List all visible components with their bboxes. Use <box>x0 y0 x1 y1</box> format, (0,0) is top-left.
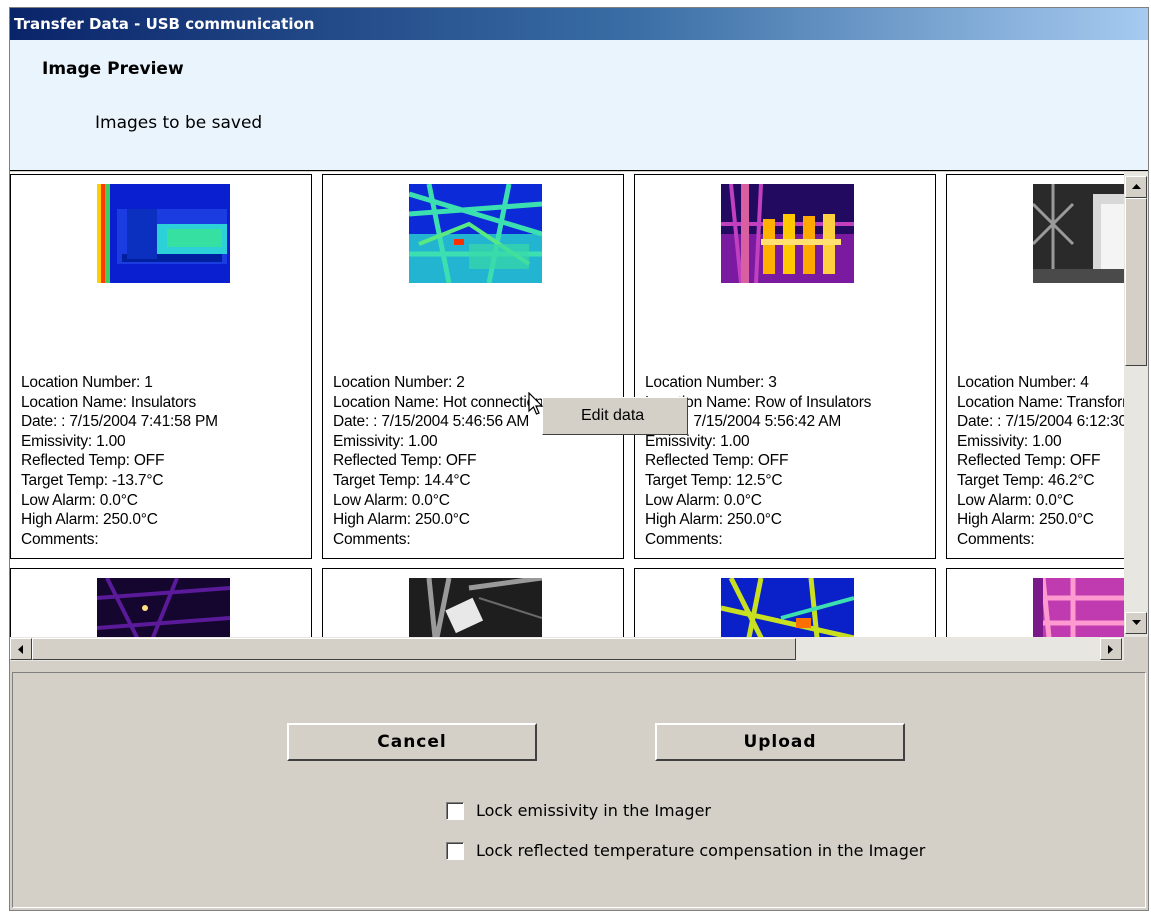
emissivity: Emissivity: 1.00 <box>21 432 126 450</box>
scroll-up-button[interactable] <box>1125 176 1147 198</box>
location-name: Location Name: Transformer <box>957 393 1124 411</box>
vertical-scroll-thumb[interactable] <box>1125 198 1147 366</box>
thermal-thumbnail-3[interactable] <box>721 184 854 283</box>
image-card-3[interactable]: Location Number: 3 Location Name: Row of… <box>634 174 936 559</box>
comments: Comments: <box>957 530 1035 548</box>
thermal-thumbnail-6[interactable] <box>409 578 542 637</box>
low-alarm: Low Alarm: 0.0°C <box>645 491 762 509</box>
capture-date: Date: : 7/15/2004 6:12:30 AM <box>957 413 1124 431</box>
scrollbar-corner <box>1124 637 1148 661</box>
lock-reflected-option[interactable]: Lock reflected temperature compensation … <box>446 841 925 860</box>
context-menu: Edit data <box>542 397 688 435</box>
thermal-thumbnail-7[interactable] <box>721 578 854 637</box>
header-title: Image Preview <box>42 59 184 79</box>
image-preview-header: Image Preview Images to be saved <box>10 40 1148 171</box>
target-temp: Target Temp: 14.4°C <box>333 471 471 489</box>
high-alarm: High Alarm: 250.0°C <box>957 511 1094 529</box>
lock-emissivity-option[interactable]: Lock emissivity in the Imager <box>446 801 711 820</box>
mouse-pointer-icon <box>528 392 544 415</box>
action-panel: Cancel Upload Lock emissivity in the Ima… <box>12 672 1146 908</box>
lock-reflected-label: Lock reflected temperature compensation … <box>476 841 926 860</box>
upload-button[interactable]: Upload <box>655 723 905 761</box>
low-alarm: Low Alarm: 0.0°C <box>957 491 1074 509</box>
transfer-data-window: Transfer Data - USB communication Image … <box>9 7 1149 911</box>
thermal-thumbnail-1[interactable] <box>97 184 230 283</box>
thermal-thumbnail-5[interactable] <box>97 578 230 637</box>
thermal-thumbnail-8[interactable] <box>1033 578 1124 637</box>
image-card-8[interactable] <box>946 568 1124 637</box>
image-card-5[interactable] <box>10 568 312 637</box>
high-alarm: High Alarm: 250.0°C <box>333 511 470 529</box>
arrow-right-icon <box>1108 644 1113 654</box>
edit-data-menu-item[interactable]: Edit data <box>581 407 644 425</box>
comments: Comments: <box>645 530 723 548</box>
location-name: Location Name: Hot connection <box>333 393 544 411</box>
image-card-4[interactable]: Location Number: 4 Location Name: Transf… <box>946 174 1124 559</box>
image-card-2[interactable]: Location Number: 2 Location Name: Hot co… <box>322 174 624 559</box>
image-card-7[interactable] <box>634 568 936 637</box>
reflected-temp: Reflected Temp: OFF <box>21 452 165 470</box>
location-number: Location Number: 1 <box>21 374 153 391</box>
image-card-1[interactable]: Location Number: 1 Location Name: Insula… <box>10 174 312 559</box>
capture-date: Date: : 7/15/2004 7:41:58 PM <box>21 413 218 431</box>
arrow-left-icon <box>18 644 23 654</box>
reflected-temp: Reflected Temp: OFF <box>333 452 477 470</box>
emissivity: Emissivity: 1.00 <box>333 432 438 450</box>
location-name: Location Name: Insulators <box>21 393 197 411</box>
target-temp: Target Temp: 46.2°C <box>957 471 1095 489</box>
emissivity: Emissivity: 1.00 <box>957 432 1062 450</box>
thermal-thumbnail-4[interactable] <box>1033 184 1124 283</box>
horizontal-scrollbar[interactable] <box>10 637 1124 661</box>
target-temp: Target Temp: -13.7°C <box>21 471 164 489</box>
horizontal-scroll-thumb[interactable] <box>32 638 796 660</box>
vertical-scrollbar[interactable] <box>1124 172 1148 637</box>
scroll-down-button[interactable] <box>1125 612 1147 634</box>
cancel-button[interactable]: Cancel <box>287 723 537 761</box>
location-number: Location Number: 4 <box>957 374 1089 391</box>
thermal-thumbnail-2[interactable] <box>409 184 542 283</box>
window-title: Transfer Data - USB communication <box>14 15 315 33</box>
image-info-1: Location Number: 1 Location Name: Insula… <box>21 373 218 549</box>
location-number: Location Number: 2 <box>333 374 465 391</box>
comments: Comments: <box>333 530 411 548</box>
reflected-temp: Reflected Temp: OFF <box>957 452 1101 470</box>
location-number: Location Number: 3 <box>645 374 777 391</box>
title-bar[interactable]: Transfer Data - USB communication <box>10 8 1148 40</box>
lock-emissivity-label: Lock emissivity in the Imager <box>476 801 712 820</box>
capture-date: Date: : 7/15/2004 5:46:56 AM <box>333 413 530 431</box>
image-info-2: Location Number: 2 Location Name: Hot co… <box>333 373 544 549</box>
scroll-left-button[interactable] <box>10 638 32 660</box>
low-alarm: Low Alarm: 0.0°C <box>21 491 138 509</box>
reflected-temp: Reflected Temp: OFF <box>645 452 789 470</box>
low-alarm: Low Alarm: 0.0°C <box>333 491 450 509</box>
image-info-4: Location Number: 4 Location Name: Transf… <box>957 373 1124 549</box>
lock-emissivity-checkbox[interactable] <box>446 801 464 820</box>
target-temp: Target Temp: 12.5°C <box>645 471 783 489</box>
high-alarm: High Alarm: 250.0°C <box>21 511 158 529</box>
header-subtitle: Images to be saved <box>95 113 263 133</box>
arrow-down-icon <box>1131 620 1141 625</box>
image-card-6[interactable] <box>322 568 624 637</box>
lock-reflected-checkbox[interactable] <box>446 841 464 860</box>
high-alarm: High Alarm: 250.0°C <box>645 511 782 529</box>
comments: Comments: <box>21 530 99 548</box>
scroll-right-button[interactable] <box>1100 638 1122 660</box>
arrow-up-icon <box>1131 184 1141 189</box>
